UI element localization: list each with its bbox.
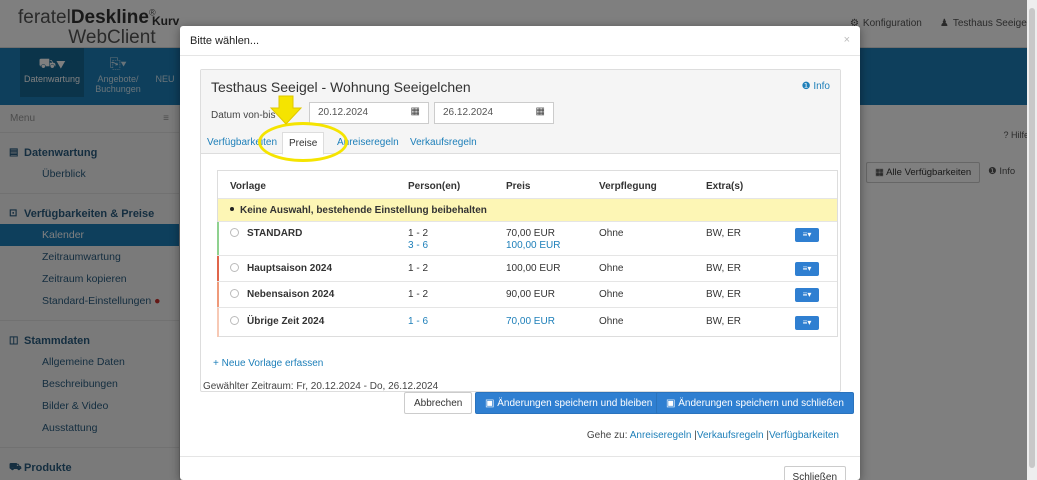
goto-verkaufsregeln[interactable]: Verkaufsregeln — [697, 430, 764, 441]
radio-button[interactable] — [230, 263, 239, 272]
date-to-field[interactable]: 26.12.2024 ▦ — [434, 102, 554, 124]
radio-button[interactable] — [230, 289, 239, 298]
save-icon: ▣ — [666, 398, 676, 409]
calendar-icon[interactable]: ▦ — [411, 106, 420, 117]
modal-title: Bitte wählen... — [190, 35, 260, 47]
highlight-ellipse — [258, 122, 348, 162]
save-close-button[interactable]: ▣ Änderungen speichern und schließen — [656, 392, 854, 414]
row-menu-button[interactable]: ≡▾ — [795, 228, 819, 242]
save-stay-button[interactable]: ▣ Änderungen speichern und bleiben — [475, 392, 663, 414]
radio-button[interactable] — [230, 316, 239, 325]
close-icon[interactable]: × — [844, 34, 850, 46]
modal-header: Bitte wählen... × — [180, 26, 860, 56]
col-header-extras: Extra(s) — [706, 181, 744, 192]
row-menu-button[interactable]: ≡▾ — [795, 288, 819, 302]
row-menu-button[interactable]: ≡▾ — [795, 316, 819, 330]
col-header-preis: Preis — [506, 181, 531, 192]
close-button[interactable]: Schließen — [783, 466, 846, 480]
goto-verfuegbarkeiten[interactable]: Verfügbarkeiten — [769, 430, 839, 441]
row-menu-button[interactable]: ≡▾ — [795, 262, 819, 276]
goto-anreiseregeln[interactable]: Anreiseregeln — [630, 430, 692, 441]
tab-verkaufsregeln[interactable]: Verkaufsregeln — [404, 132, 483, 155]
highlight-arrow-icon — [269, 95, 303, 125]
page-scrollbar[interactable] — [1027, 0, 1037, 480]
new-template-link[interactable]: + Neue Vorlage erfassen — [213, 358, 323, 369]
table-row[interactable]: STANDARD 1 - 2 3 - 6 70,00 EUR 100,00 EU… — [217, 222, 837, 256]
table-row[interactable]: Nebensaison 2024 1 - 2 90,00 EUR Ohne BW… — [217, 282, 837, 308]
property-title: Testhaus Seeigel - Wohnung Seeigelchen — [211, 79, 471, 95]
templates-table: Vorlage Person(en) Preis Verpflegung Ext… — [217, 170, 838, 337]
date-from-field[interactable]: 20.12.2024 ▦ — [309, 102, 429, 124]
col-header-personen: Person(en) — [408, 181, 461, 192]
info-icon: ❶ — [801, 81, 811, 92]
table-row[interactable]: Übrige Zeit 2024 1 - 6 70,00 EUR Ohne BW… — [217, 308, 837, 337]
radio-selected[interactable] — [230, 207, 234, 211]
table-row-keep[interactable]: Keine Auswahl, bestehende Einstellung be… — [218, 199, 837, 222]
date-label: Datum von-bis — [211, 110, 276, 121]
table-row[interactable]: Hauptsaison 2024 1 - 2 100,00 EUR Ohne B… — [217, 256, 837, 282]
cancel-button[interactable]: Abbrechen — [404, 392, 473, 414]
calendar-icon[interactable]: ▦ — [536, 106, 545, 117]
goto-links: Gehe zu: Anreiseregeln |Verkaufsregeln |… — [586, 430, 839, 441]
selected-period: Gewählter Zeitraum: Fr, 20.12.2024 - Do,… — [203, 381, 439, 392]
modal-footer — [180, 456, 860, 480]
info-link[interactable]: ❶ Info — [802, 81, 830, 92]
table-header: Vorlage Person(en) Preis Verpflegung Ext… — [218, 171, 837, 199]
save-icon: ▣ — [485, 398, 495, 409]
col-header-vorlage: Vorlage — [230, 181, 266, 192]
radio-button[interactable] — [230, 228, 239, 237]
col-header-verpflegung: Verpflegung — [599, 181, 657, 192]
